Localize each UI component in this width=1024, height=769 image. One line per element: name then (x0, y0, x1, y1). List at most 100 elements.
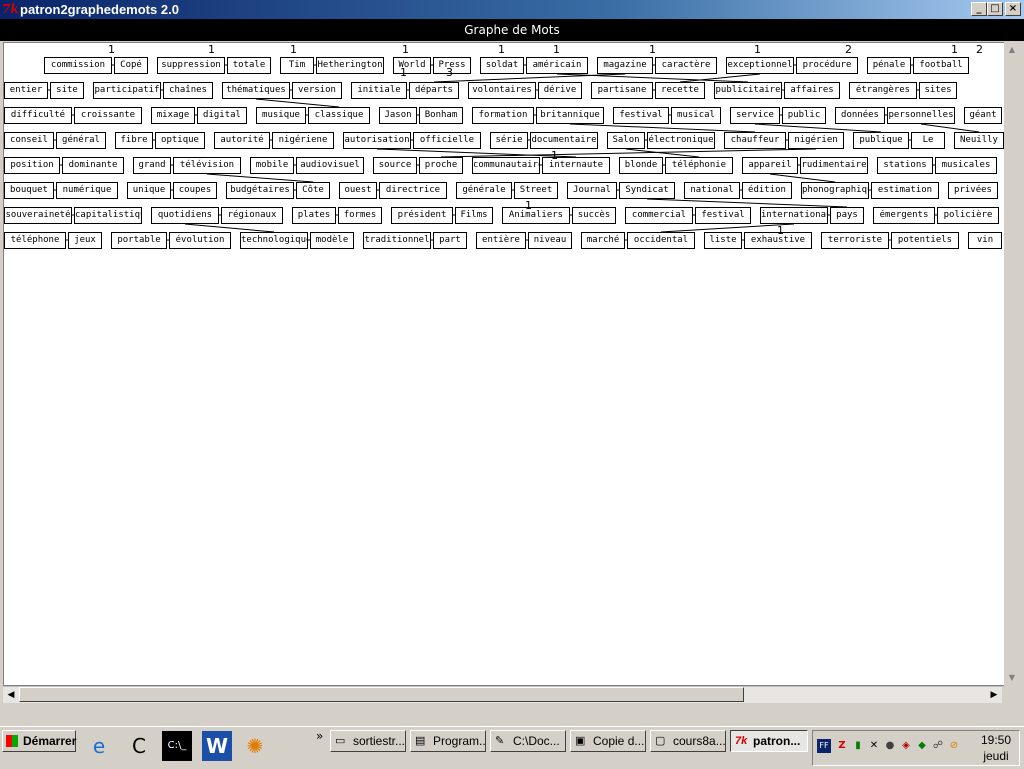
graph-node[interactable]: recette (655, 82, 705, 99)
graph-node[interactable]: terroriste (821, 232, 889, 249)
task-button-folder[interactable]: ▭ sortiestr... (330, 730, 406, 752)
graph-node[interactable]: publique (853, 132, 909, 149)
word-icon[interactable]: W (202, 731, 232, 761)
graph-node[interactable]: Animaliers (502, 207, 570, 224)
graph-node[interactable]: difficulté (4, 107, 72, 124)
graph-node[interactable]: rudimentaire (800, 157, 868, 174)
graph-node[interactable]: exceptionnel (726, 57, 794, 74)
graph-node[interactable]: digital (197, 107, 247, 124)
graph-node[interactable]: internationaux (760, 207, 828, 224)
graph-node[interactable]: musical (671, 107, 721, 124)
graph-node[interactable]: potentiels (891, 232, 959, 249)
graph-node[interactable]: communautaire (472, 157, 540, 174)
close-button[interactable]: × (1005, 2, 1021, 16)
maximize-button[interactable]: □ (987, 2, 1003, 16)
graph-node[interactable]: technologique (240, 232, 308, 249)
graph-node[interactable]: musique (256, 107, 306, 124)
graph-node[interactable]: documentaire (530, 132, 598, 149)
graph-node[interactable]: géant (964, 107, 1002, 124)
graph-node[interactable]: audiovisuel (296, 157, 364, 174)
graph-canvas[interactable]: commission Copé suppression totale Tim Hether… (3, 42, 1005, 686)
graph-node[interactable]: Salon (607, 132, 645, 149)
horizontal-scroll-thumb[interactable] (19, 687, 744, 702)
graph-node[interactable]: publicitaire (714, 82, 782, 99)
graph-node[interactable]: thématiques (222, 82, 290, 99)
graph-node[interactable]: série (490, 132, 528, 149)
graph-node[interactable]: stations (877, 157, 933, 174)
graph-node[interactable]: données (835, 107, 885, 124)
graph-node[interactable]: édition (742, 182, 792, 199)
graph-node[interactable]: marché (581, 232, 625, 249)
graph-node[interactable]: optique (155, 132, 205, 149)
graph-node[interactable]: Films (455, 207, 493, 224)
graph-node[interactable]: entière (476, 232, 526, 249)
connection-icon[interactable]: ◆ (915, 739, 929, 753)
graph-node[interactable]: autorité (214, 132, 270, 149)
graph-node[interactable]: festival (613, 107, 669, 124)
graph-node[interactable]: dérive (538, 82, 582, 99)
graph-node[interactable]: télévision (173, 157, 241, 174)
task-button-cmd[interactable]: ▣ Copie d... (570, 730, 646, 752)
graph-node[interactable]: britannique (536, 107, 604, 124)
language-icon[interactable]: FF (817, 739, 831, 753)
horizontal-scrollbar[interactable]: ◀ ▶ (3, 686, 1002, 703)
graph-node[interactable]: estimation (871, 182, 939, 199)
graph-node[interactable]: nigériene (272, 132, 334, 149)
graph-node[interactable]: public (782, 107, 826, 124)
graph-node[interactable]: budgétaires (226, 182, 294, 199)
graph-node[interactable]: musicales (935, 157, 997, 174)
graph-node[interactable]: appareil (742, 157, 798, 174)
graph-node[interactable]: plates (292, 207, 336, 224)
graph-node[interactable]: position (4, 157, 60, 174)
graph-node[interactable]: procédure (796, 57, 858, 74)
graph-node[interactable]: mobile (250, 157, 294, 174)
clock-time[interactable]: 19:50 (973, 733, 1019, 747)
graph-node[interactable]: Jason (379, 107, 417, 124)
graph-node[interactable]: classique (308, 107, 370, 124)
graph-node[interactable]: phonographique (801, 182, 869, 199)
tk-feather-icon[interactable]: 7k (2, 1, 19, 17)
graph-node[interactable]: générale (456, 182, 512, 199)
graph-node[interactable]: succès (572, 207, 616, 224)
graph-node[interactable]: modèle (310, 232, 354, 249)
graph-node[interactable]: liste (704, 232, 742, 249)
graph-node[interactable]: officielle (413, 132, 481, 149)
graph-node[interactable]: commercial (625, 207, 693, 224)
graph-node[interactable]: participatif (93, 82, 161, 99)
scroll-up-arrow-icon[interactable]: ▲ (1004, 42, 1020, 58)
graph-node[interactable]: entier (4, 82, 48, 99)
graph-node[interactable]: mixage (151, 107, 195, 124)
graph-node[interactable]: chauffeur (724, 132, 786, 149)
graph-node[interactable]: unique (127, 182, 171, 199)
graph-node[interactable]: Bonham (419, 107, 463, 124)
graph-node[interactable]: Street (514, 182, 558, 199)
graph-node[interactable]: Neuilly (954, 132, 1004, 149)
graph-node[interactable]: directrice (379, 182, 447, 199)
graph-node[interactable]: site (50, 82, 84, 99)
taskbar-overflow[interactable]: » (316, 729, 323, 743)
graph-node[interactable]: festival (695, 207, 751, 224)
graph-node[interactable]: grand (133, 157, 171, 174)
messenger-icon[interactable]: ☍ (931, 739, 945, 753)
task-button-window[interactable]: ▢ cours8a... (650, 730, 726, 752)
graph-node[interactable]: policière (937, 207, 999, 224)
graph-node[interactable]: Tim (280, 57, 314, 74)
graph-node[interactable]: formes (338, 207, 382, 224)
graph-node[interactable]: bouquet (4, 182, 54, 199)
graph-node[interactable]: jeux (68, 232, 102, 249)
graph-node[interactable]: caractère (655, 57, 717, 74)
command-prompt-icon[interactable]: C:\_ (162, 731, 192, 761)
graph-node[interactable]: occidental (627, 232, 695, 249)
clock-icon[interactable]: ⊘ (947, 739, 961, 753)
graph-node[interactable]: part (433, 232, 467, 249)
graph-node[interactable]: national (684, 182, 740, 199)
graph-node[interactable]: football (913, 57, 969, 74)
graph-node[interactable]: source (373, 157, 417, 174)
graph-node[interactable]: volontaires (468, 82, 536, 99)
graph-node[interactable]: suppression (157, 57, 225, 74)
graph-node[interactable]: pays (830, 207, 864, 224)
graph-node[interactable]: service (730, 107, 780, 124)
graph-node[interactable]: Syndicat (619, 182, 675, 199)
graph-node[interactable]: émergents (873, 207, 935, 224)
graph-node[interactable]: conseil (4, 132, 54, 149)
